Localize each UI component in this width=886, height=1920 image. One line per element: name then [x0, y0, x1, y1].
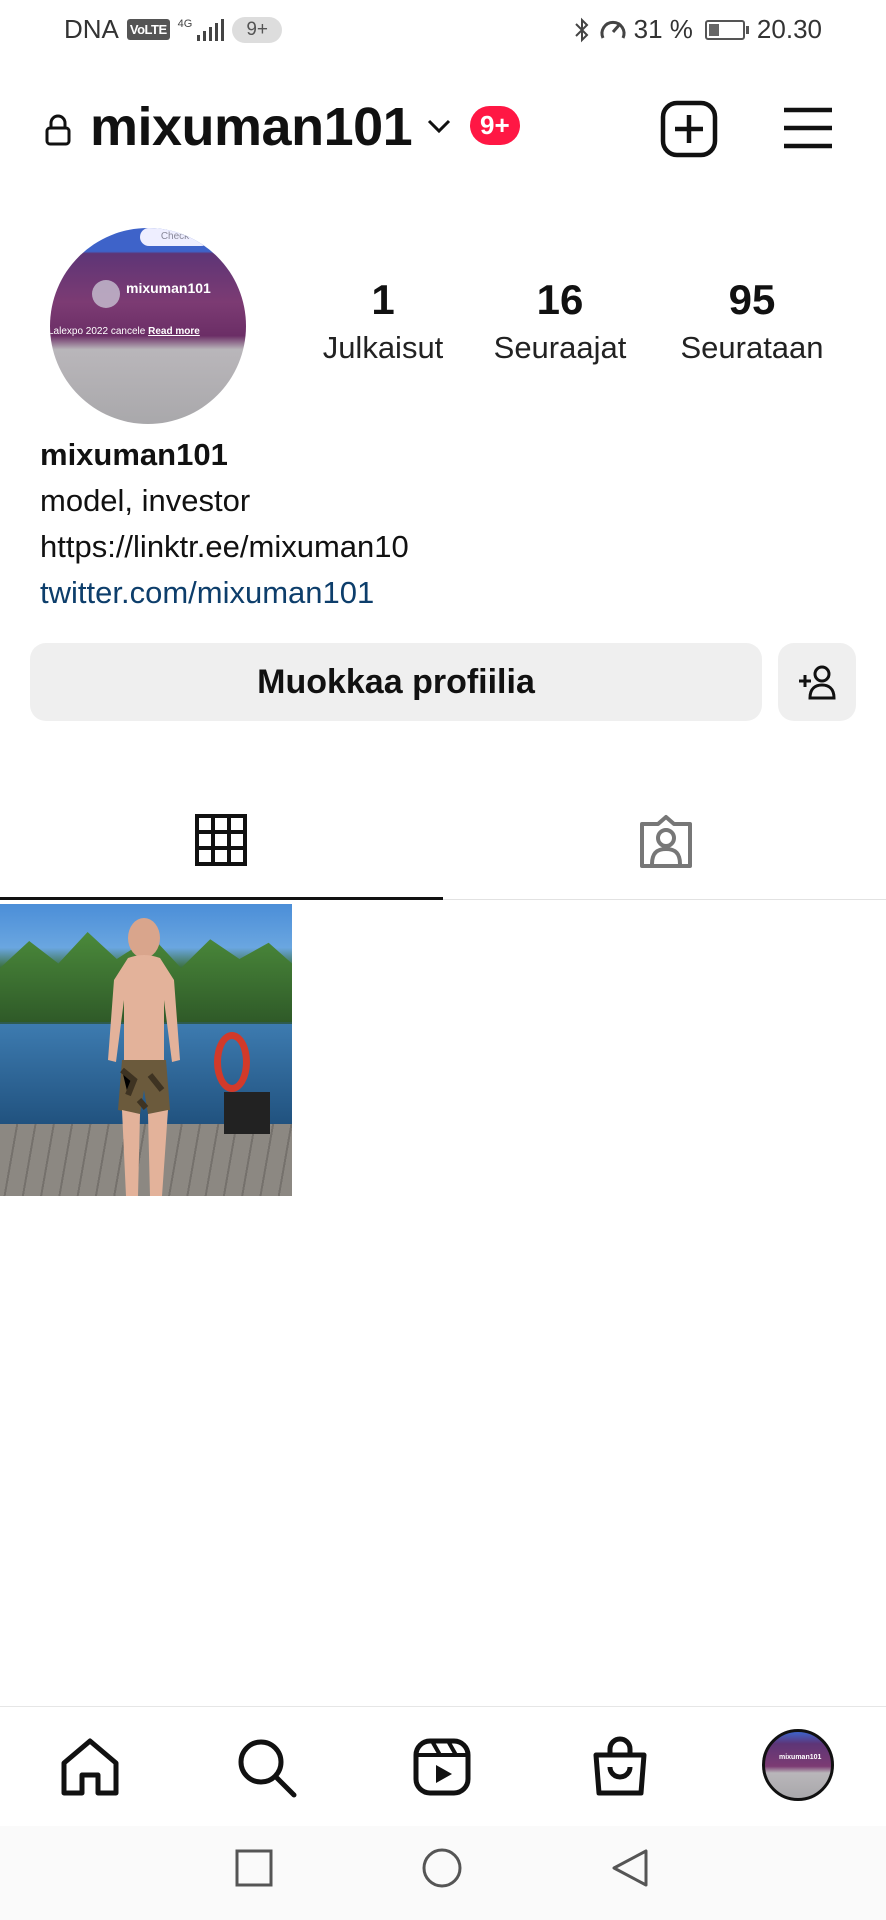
- notification-badge[interactable]: 9+: [470, 106, 520, 145]
- avatar-username: mixuman101: [126, 280, 211, 296]
- shop-icon[interactable]: [588, 1735, 652, 1799]
- post-thumbnail[interactable]: [0, 904, 292, 1196]
- status-bar: DNA VoLTE 4G 9+ 31 % 20.30: [0, 0, 886, 60]
- reels-icon[interactable]: [410, 1735, 474, 1799]
- stat-followers[interactable]: 16 Seuraajat: [456, 276, 664, 366]
- profile-stats: 1 Julkaisut 16 Seuraajat 95 Seurataan: [300, 276, 860, 366]
- bio-link-twitter[interactable]: twitter.com/mixuman101: [40, 570, 409, 616]
- profile-name: mixuman101: [40, 437, 228, 472]
- stat-following[interactable]: 95 Seurataan: [664, 276, 840, 366]
- nav-profile-avatar[interactable]: mixuman101: [762, 1729, 834, 1801]
- tab-tagged[interactable]: [443, 800, 886, 900]
- stat-posts[interactable]: 1 Julkaisut: [300, 276, 466, 366]
- search-icon[interactable]: [234, 1735, 298, 1799]
- status-right: 31 % 20.30: [572, 14, 822, 45]
- tagged-icon: [640, 815, 692, 868]
- home-button-icon[interactable]: [420, 1848, 464, 1892]
- profile-header: mixuman101 9+: [0, 90, 886, 170]
- bio-text: model, investor: [40, 483, 251, 518]
- edit-profile-button[interactable]: Muokkaa profiilia: [30, 643, 762, 721]
- grid-icon: [195, 814, 247, 866]
- avatar-pill: Check: [140, 228, 210, 246]
- profile-bio: mixuman101 model, investor https://linkt…: [40, 432, 409, 616]
- battery-icon: [704, 19, 749, 40]
- home-icon[interactable]: [58, 1735, 122, 1799]
- battery-percent: 31 %: [633, 14, 693, 44]
- data-saver-icon: [600, 20, 626, 39]
- carrier-name: DNA: [64, 14, 119, 44]
- signal-icon: 4G: [178, 18, 225, 41]
- chevron-down-icon[interactable]: [426, 116, 452, 136]
- bio-link-linktree[interactable]: https://linktr.ee/mixuman10: [40, 524, 409, 570]
- bottom-navigation: mixuman101: [0, 1706, 886, 1826]
- status-left: DNA VoLTE 4G 9+: [64, 14, 283, 45]
- profile-tabs: [0, 800, 886, 900]
- volte-indicator: VoLTE: [126, 19, 170, 40]
- bluetooth-icon: [574, 17, 589, 42]
- notification-count-pill: 9+: [232, 16, 283, 43]
- clock: 20.30: [756, 14, 822, 44]
- profile-avatar[interactable]: Check mixuman101 Lalexpo 2022 cancele Re…: [50, 228, 246, 424]
- add-person-icon: [799, 665, 836, 700]
- discover-people-button[interactable]: [778, 643, 856, 721]
- new-post-icon[interactable]: [660, 100, 718, 158]
- recents-icon[interactable]: [234, 1848, 274, 1888]
- account-switcher-username[interactable]: mixuman101: [90, 96, 413, 158]
- lock-icon: [45, 114, 71, 146]
- tab-posts-grid[interactable]: [0, 800, 443, 900]
- avatar-caption: Lalexpo 2022 cancele Read more: [50, 326, 200, 337]
- system-navigation-bar: [0, 1826, 886, 1920]
- menu-icon[interactable]: [782, 104, 834, 152]
- back-icon[interactable]: [608, 1848, 652, 1892]
